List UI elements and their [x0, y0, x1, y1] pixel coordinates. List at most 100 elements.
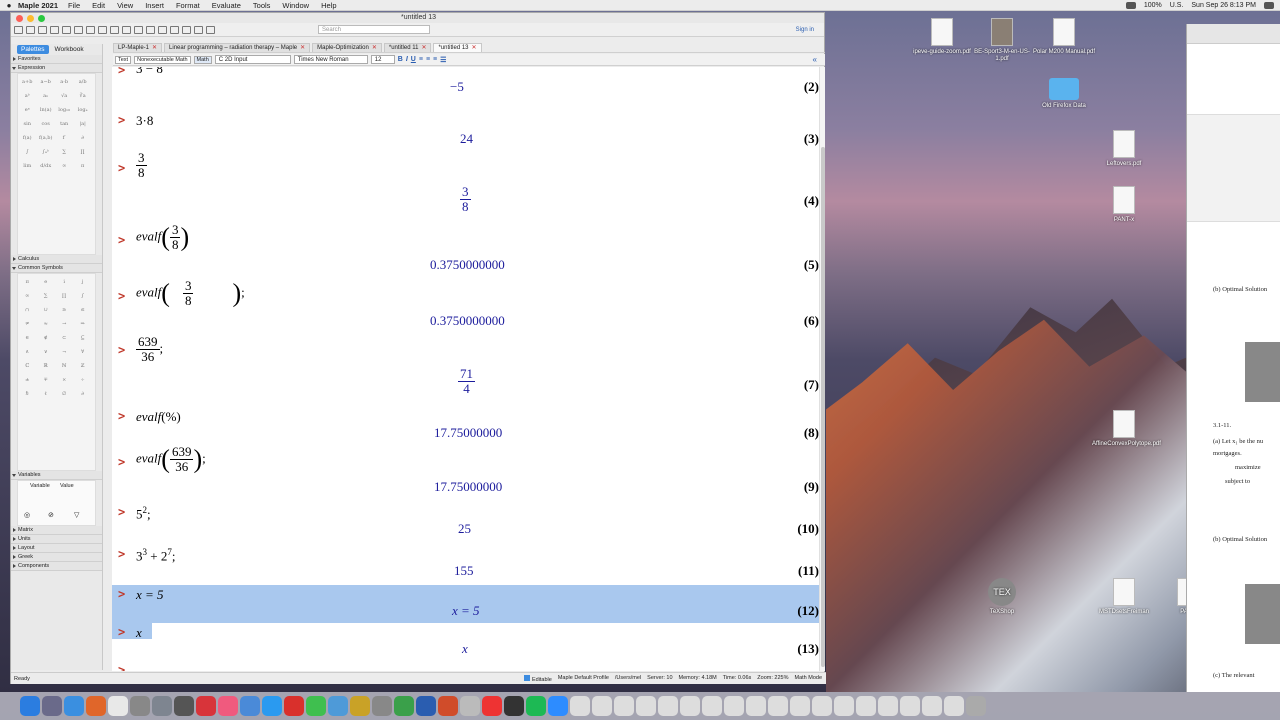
- pdf-viewer-window[interactable]: (b) Optimal Solution 3.1-11. (a) Let x₁ …: [1186, 24, 1280, 692]
- document-icon[interactable]: [636, 696, 656, 716]
- math-mode-icon[interactable]: [134, 25, 143, 34]
- doc-tab[interactable]: *untitled 11 ✕: [383, 42, 432, 52]
- scrollbar-thumb[interactable]: [821, 147, 825, 667]
- trash-icon[interactable]: [966, 696, 986, 716]
- paste-icon[interactable]: [86, 25, 95, 34]
- notes-icon[interactable]: [350, 696, 370, 716]
- zoom-app-icon[interactable]: [548, 696, 568, 716]
- preview-icon[interactable]: [460, 696, 480, 716]
- vertical-scrollbar[interactable]: [819, 67, 825, 671]
- app-icon[interactable]: [284, 696, 304, 716]
- menu-format[interactable]: Format: [176, 1, 200, 10]
- document-icon[interactable]: [570, 696, 590, 716]
- apple-icon[interactable]: ●: [0, 1, 18, 10]
- finder-icon[interactable]: [20, 696, 40, 716]
- document-icon[interactable]: [790, 696, 810, 716]
- safari-icon[interactable]: [64, 696, 84, 716]
- palette-components[interactable]: Components: [11, 562, 102, 571]
- close-tab-icon[interactable]: ✕: [472, 45, 477, 51]
- restart-icon[interactable]: [170, 25, 179, 34]
- bullet-list-icon[interactable]: ☰: [440, 56, 446, 64]
- document-icon[interactable]: [702, 696, 722, 716]
- math-input[interactable]: 33 + 27;: [136, 547, 175, 564]
- sign-in-link[interactable]: Sign in: [796, 27, 814, 33]
- menu-help[interactable]: Help: [321, 1, 336, 10]
- help-dock-icon[interactable]: [152, 696, 172, 716]
- menu-file[interactable]: File: [68, 1, 80, 10]
- battery-label[interactable]: 100%: [1144, 2, 1162, 9]
- document-icon[interactable]: [768, 696, 788, 716]
- menu-tools[interactable]: Tools: [253, 1, 271, 10]
- close-tab-icon[interactable]: ✕: [421, 45, 426, 51]
- launchpad-icon[interactable]: [174, 696, 194, 716]
- palette-common-symbols[interactable]: Common Symbols: [11, 264, 102, 273]
- stop-icon[interactable]: [158, 25, 167, 34]
- close-tab-icon[interactable]: ✕: [152, 45, 157, 51]
- font-select[interactable]: Times New Roman: [293, 55, 368, 64]
- palette-layout[interactable]: Layout: [11, 544, 102, 553]
- open-icon[interactable]: [26, 25, 35, 34]
- text-mode-icon[interactable]: [122, 25, 131, 34]
- zoom-out-icon[interactable]: [194, 25, 203, 34]
- menu-edit[interactable]: Edit: [92, 1, 105, 10]
- palette-greek[interactable]: Greek: [11, 553, 102, 562]
- palette-favorites[interactable]: Favorites: [11, 55, 102, 64]
- mail-icon[interactable]: [328, 696, 348, 716]
- menu-window[interactable]: Window: [282, 1, 309, 10]
- desktop-icon-pdf[interactable]: Polar M200 Manual.pdf: [1032, 18, 1096, 56]
- math-input[interactable]: evalf(3 8): [136, 223, 189, 252]
- text-button[interactable]: Text: [115, 55, 132, 64]
- filter-icon[interactable]: ▽: [74, 511, 79, 519]
- palette-calculus[interactable]: Calculus: [11, 255, 102, 264]
- calendar-icon[interactable]: [196, 696, 216, 716]
- chrome-icon[interactable]: [108, 696, 128, 716]
- app-icon[interactable]: [482, 696, 502, 716]
- math-input[interactable]: evalf(%): [136, 409, 181, 425]
- menu-app-name[interactable]: Maple 2021: [18, 1, 58, 10]
- common-symbols-grid[interactable]: πeij ∞ ∑ ∏ ∫ ∩ ∪ ≥ ≤ ≠ ≈ → ⇒ ∈ ∉ ⊂ ⊆ ∧ ∨ ¬ ∀ ℂℝℕℤ ± ∓ × ÷ …: [17, 273, 96, 471]
- undo-icon[interactable]: [98, 25, 107, 34]
- bold-icon[interactable]: B: [398, 56, 403, 63]
- math-input[interactable]: x = 5: [136, 587, 164, 603]
- desktop-icon-pdf[interactable]: Leftovers.pdf: [1092, 130, 1156, 168]
- tab-workbook[interactable]: Workbook: [51, 45, 88, 54]
- clock[interactable]: Sun Sep 26 8:13 PM: [1191, 2, 1256, 9]
- help-icon[interactable]: [206, 25, 215, 34]
- desktop-icon-pdf[interactable]: ipeve-guide-zoom.pdf: [910, 18, 974, 56]
- wifi-icon[interactable]: [1125, 1, 1136, 9]
- cut-icon[interactable]: [62, 25, 71, 34]
- music-icon[interactable]: [218, 696, 238, 716]
- document-icon[interactable]: [834, 696, 854, 716]
- italic-icon[interactable]: I: [406, 56, 408, 63]
- document-icon[interactable]: [680, 696, 700, 716]
- save-icon[interactable]: [38, 25, 47, 34]
- spotify-icon[interactable]: [526, 696, 546, 716]
- document-icon[interactable]: [746, 696, 766, 716]
- math-input[interactable]: 52;: [136, 505, 151, 522]
- math-button[interactable]: Math: [193, 55, 212, 64]
- amazon-music-icon[interactable]: [504, 696, 524, 716]
- texshop-dock-icon[interactable]: [130, 696, 150, 716]
- document-icon[interactable]: [944, 696, 964, 716]
- firefox-icon[interactable]: [86, 696, 106, 716]
- align-center-icon[interactable]: ≡: [426, 56, 430, 63]
- doc-tab[interactable]: LP-Maple-1 ✕: [113, 42, 163, 52]
- siri-icon[interactable]: [42, 696, 62, 716]
- search-input[interactable]: Search: [318, 25, 430, 34]
- execute-icon[interactable]: [146, 25, 155, 34]
- spotlight-icon[interactable]: [1264, 1, 1274, 9]
- document-icon[interactable]: [614, 696, 634, 716]
- close-tab-icon[interactable]: ✕: [300, 45, 305, 51]
- desktop-icon-pdf[interactable]: AffineConvexPolytope.pdf: [1092, 410, 1161, 448]
- menu-evaluate[interactable]: Evaluate: [212, 1, 241, 10]
- desktop-icon-file[interactable]: MSTDsetsFreiman: [1092, 578, 1156, 616]
- math-input[interactable]: evalf( 38 );: [136, 279, 245, 308]
- new-document-icon[interactable]: [14, 25, 23, 34]
- excel-icon[interactable]: [394, 696, 414, 716]
- menu-view[interactable]: View: [117, 1, 133, 10]
- hide-icon[interactable]: ⊘: [48, 511, 54, 519]
- align-right-icon[interactable]: ≡: [433, 56, 437, 63]
- math-input[interactable]: 38: [136, 151, 147, 180]
- palette-units[interactable]: Units: [11, 535, 102, 544]
- show-all-icon[interactable]: ◎: [24, 511, 30, 519]
